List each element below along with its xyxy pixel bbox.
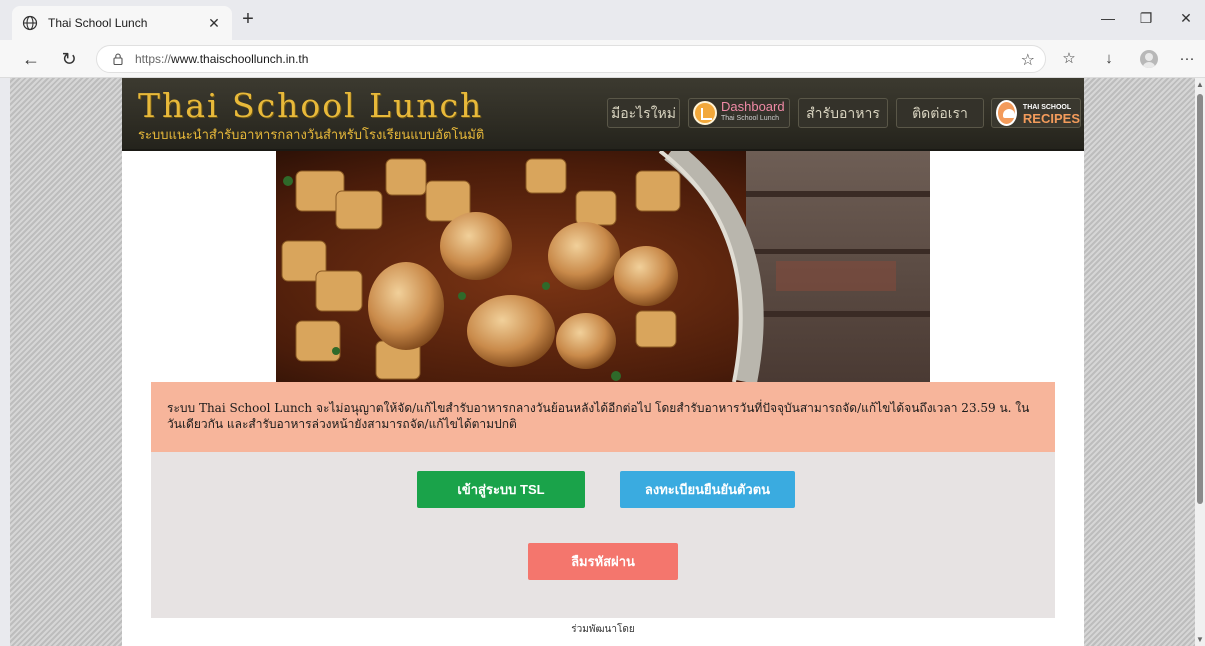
page-content: Thai School Lunch ระบบแนะนำสำรับอาหารกลา… bbox=[122, 78, 1084, 646]
nav-recipes[interactable]: THAI SCHOOL RECIPES bbox=[991, 98, 1081, 128]
notice-message: ระบบ Thai School Lunch จะไม่อนุญาตให้จัด… bbox=[151, 382, 1055, 452]
refresh-icon[interactable]: ↻ bbox=[58, 48, 80, 70]
login-button[interactable]: เข้าสู่ระบบ TSL bbox=[417, 471, 585, 508]
favorite-star-icon[interactable]: ☆ bbox=[1021, 50, 1035, 70]
close-window-button[interactable]: ✕ bbox=[1176, 10, 1196, 27]
nav-contact[interactable]: ติดต่อเรา bbox=[896, 98, 984, 128]
dashboard-label: Dashboard bbox=[721, 99, 785, 114]
tab-title: Thai School Lunch bbox=[48, 16, 148, 30]
restore-button[interactable]: ❐ bbox=[1136, 10, 1156, 27]
scroll-down-icon[interactable]: ▼ bbox=[1196, 635, 1204, 644]
dashboard-icon bbox=[693, 101, 717, 125]
globe-icon bbox=[22, 15, 38, 31]
dashboard-sublabel: Thai School Lunch bbox=[721, 115, 779, 122]
page-scrollbar[interactable]: ▲ ▼ bbox=[1195, 78, 1205, 646]
nav-whats-new[interactable]: มีอะไรใหม่ bbox=[607, 98, 680, 128]
more-menu-icon[interactable]: ··· bbox=[1176, 48, 1198, 70]
url-host: www.thaischoollunch.in.th bbox=[171, 52, 309, 66]
site-title[interactable]: Thai School Lunch bbox=[138, 86, 483, 125]
browser-tab[interactable]: Thai School Lunch ✕ bbox=[12, 6, 232, 40]
nav-dashboard[interactable]: Dashboard Thai School Lunch bbox=[688, 98, 790, 128]
register-button[interactable]: ลงทะเบียนยืนยันตัวตน bbox=[620, 471, 795, 508]
nav-menus[interactable]: สำรับอาหาร bbox=[798, 98, 888, 128]
favorites-icon[interactable]: ☆ bbox=[1058, 48, 1080, 70]
chef-hat-icon bbox=[996, 100, 1017, 126]
hero-food-image bbox=[276, 151, 930, 382]
browser-toolbar: ← ↻ https://www.thaischoollunch.in.th ☆ … bbox=[0, 40, 1205, 78]
profile-avatar[interactable] bbox=[1140, 50, 1158, 68]
browser-tabstrip: Thai School Lunch ✕ + — ❐ ✕ bbox=[0, 0, 1205, 40]
site-subtitle: ระบบแนะนำสำรับอาหารกลางวันสำหรับโรงเรียน… bbox=[138, 127, 485, 142]
action-panel: เข้าสู่ระบบ TSL ลงทะเบียนยืนยันตัวตน ลืม… bbox=[151, 452, 1055, 618]
close-tab-icon[interactable]: ✕ bbox=[206, 15, 222, 32]
footer-developed-by: ร่วมพัฒนาโดย bbox=[571, 624, 635, 635]
web-viewport: Thai School Lunch ระบบแนะนำสำรับอาหารกลา… bbox=[10, 78, 1195, 646]
forgot-password-button[interactable]: ลืมรหัสผ่าน bbox=[528, 543, 678, 580]
site-header: Thai School Lunch ระบบแนะนำสำรับอาหารกลา… bbox=[122, 78, 1084, 151]
scroll-up-icon[interactable]: ▲ bbox=[1196, 80, 1204, 89]
address-bar[interactable]: https://www.thaischoollunch.in.th ☆ bbox=[96, 45, 1046, 73]
url-text: https://www.thaischoollunch.in.th bbox=[135, 52, 308, 66]
new-tab-button[interactable]: + bbox=[238, 9, 258, 30]
url-protocol: https:// bbox=[135, 52, 172, 66]
download-icon[interactable]: ↓ bbox=[1098, 48, 1120, 70]
back-arrow-icon[interactable]: ← bbox=[20, 48, 42, 70]
minimize-button[interactable]: — bbox=[1098, 10, 1118, 26]
scrollbar-thumb[interactable] bbox=[1197, 94, 1203, 504]
food-photo bbox=[276, 151, 930, 382]
recipes-label: RECIPES bbox=[1022, 111, 1080, 126]
lock-icon bbox=[113, 53, 123, 66]
